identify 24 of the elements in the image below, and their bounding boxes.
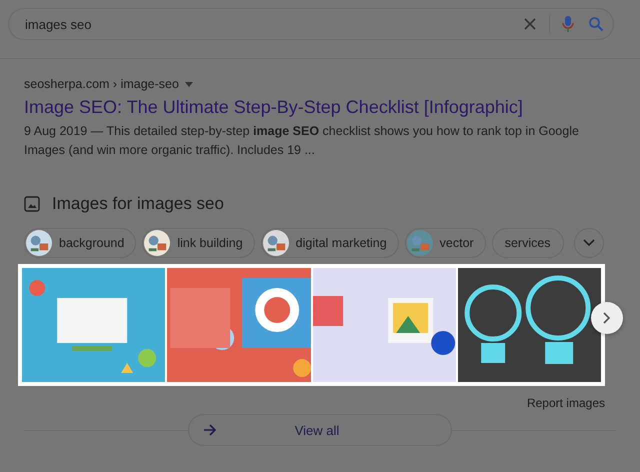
- microphone-icon: [562, 15, 574, 33]
- chevron-down-icon: [582, 239, 595, 247]
- dropdown-arrow-icon[interactable]: [184, 82, 193, 86]
- view-all-button[interactable]: View all: [188, 414, 452, 446]
- filter-chip[interactable]: digital marketing: [260, 228, 399, 258]
- filter-chip[interactable]: background: [24, 228, 136, 258]
- filter-chip[interactable]: services: [492, 228, 564, 258]
- search-icon: [588, 16, 604, 32]
- search-button[interactable]: [586, 14, 606, 34]
- report-images-link[interactable]: Report images: [526, 396, 605, 410]
- chevron-right-icon: [603, 312, 611, 324]
- filter-chip[interactable]: link building: [142, 228, 255, 258]
- close-icon: [523, 17, 537, 31]
- filter-chip[interactable]: vector: [404, 228, 486, 258]
- result-snippet: 9 Aug 2019 — This detailed step-by-step image SEO checklist shows you how to rank top in Google Images (and win more organic traffic). Includes 19 ...: [24, 123, 580, 159]
- result-url: seosherpa.com › image-seo: [24, 77, 179, 91]
- images-heading: Images for images seo: [52, 194, 224, 214]
- arrow-right-icon: [203, 424, 217, 436]
- voice-search-button[interactable]: [560, 13, 576, 35]
- expand-button[interactable]: [574, 228, 604, 258]
- result-title-link[interactable]: Image SEO: The Ultimate Step-By-Step Checklist [Infographic]: [24, 97, 616, 118]
- image-icon: [24, 196, 40, 212]
- next-button[interactable]: [591, 302, 623, 334]
- search-field[interactable]: images seo: [8, 8, 614, 40]
